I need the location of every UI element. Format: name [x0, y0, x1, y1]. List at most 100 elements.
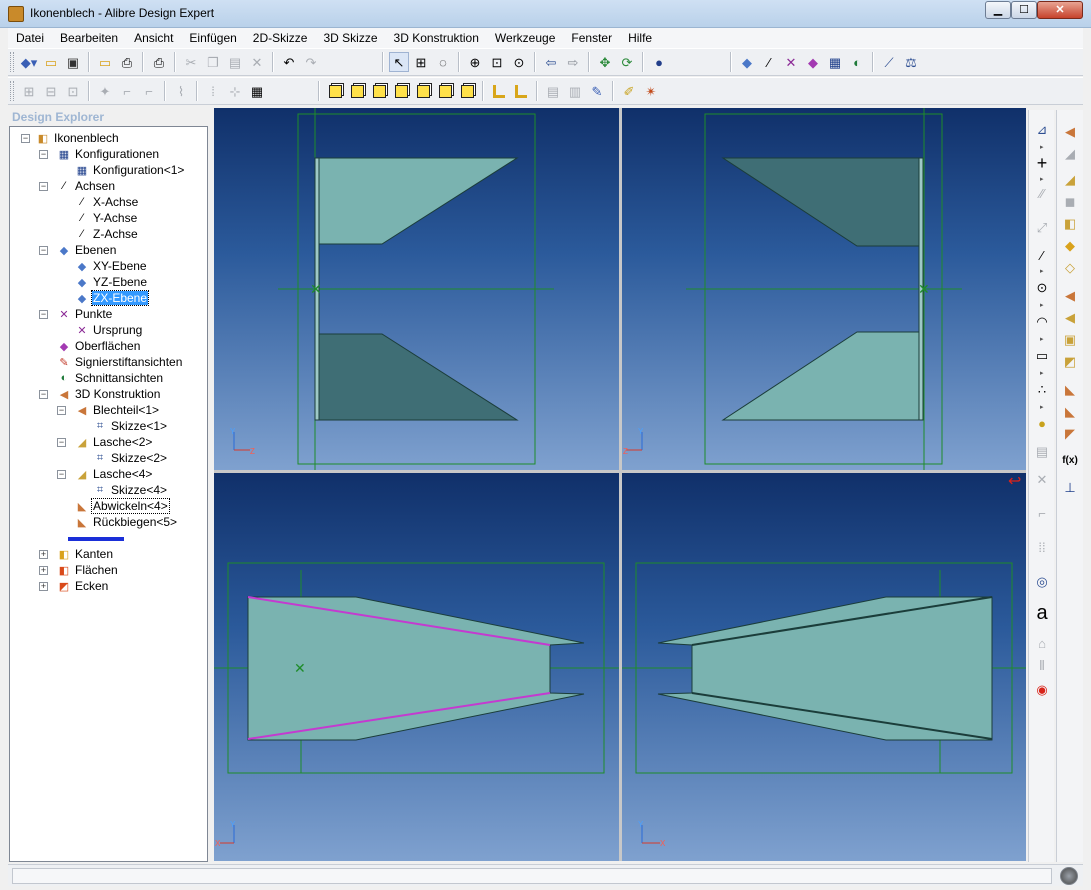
project-icon[interactable]: ⌂ — [1032, 634, 1052, 652]
new-icon[interactable]: ◆▾ — [19, 52, 39, 72]
dimension-icon[interactable]: ⊥ — [1060, 478, 1080, 496]
tree-node-konfiguration-1[interactable]: ▦ Konfiguration<1> — [74, 162, 185, 178]
minimize-button[interactable]: ▁ — [985, 1, 1011, 19]
sketch-edit-icon[interactable]: ⌐ — [139, 81, 159, 101]
hatch-alt-icon[interactable]: ▥ — [565, 81, 585, 101]
cut-icon[interactable]: ◆ — [1060, 236, 1080, 254]
bend-icon[interactable] — [511, 81, 531, 101]
expander[interactable]: − — [39, 150, 48, 159]
viewport-top[interactable]: ✕ Y X — [214, 473, 619, 861]
relief-icon[interactable]: ▣ — [1060, 330, 1080, 348]
unfold-icon[interactable]: ◣ — [1060, 380, 1080, 398]
sketch-icon[interactable]: ⌐ — [117, 81, 137, 101]
constraints-icon[interactable]: ⊞ — [19, 81, 39, 101]
expander[interactable]: − — [21, 134, 30, 143]
delete-icon[interactable]: ✕ — [1032, 470, 1052, 488]
tree-node-ecken[interactable]: ◩ Ecken — [56, 578, 109, 594]
viewport-splitter-horizontal[interactable] — [214, 470, 1026, 473]
tree-node-y-achse[interactable]: ⁄ Y-Achse — [74, 210, 138, 226]
tree-node-x-achse[interactable]: ⁄ X-Achse — [74, 194, 139, 210]
tree-node-yz-ebene[interactable]: ◆ YZ-Ebene — [74, 274, 148, 290]
hatch-icon[interactable]: ▤ — [543, 81, 563, 101]
tree-node-schnittansichten[interactable]: ◐ Schnittansichten — [56, 370, 164, 386]
line-icon[interactable]: ⁄ — [1032, 246, 1052, 264]
hide-icon[interactable]: ✦ — [95, 81, 115, 101]
section-icon[interactable]: ◐ — [847, 52, 867, 72]
menu-einfuegen[interactable]: Einfügen — [181, 31, 244, 45]
menu-fenster[interactable]: Fenster — [563, 31, 620, 45]
arc-icon[interactable]: ◠ — [1032, 312, 1052, 330]
viewport-splitter-vertical[interactable] — [619, 108, 622, 861]
menu-3d-skizze[interactable]: 3D Skizze — [315, 31, 385, 45]
view-bottom-icon[interactable] — [391, 81, 411, 101]
pattern-icon[interactable]: ⁞⁞ — [1032, 538, 1052, 556]
menu-werkzeuge[interactable]: Werkzeuge — [487, 31, 563, 45]
jog-icon[interactable]: ◀ — [1060, 308, 1080, 326]
render-icon[interactable]: ● — [649, 52, 669, 72]
paint-icon[interactable]: ◉ — [1032, 680, 1052, 698]
title-bar[interactable]: Ikonenblech - Alibre Design Expert ▁ ☐ ✕ — [0, 0, 1091, 28]
undo-arrow-icon[interactable]: ↩ — [1008, 474, 1024, 490]
tree-node-lasche-4[interactable]: ◢ Lasche<4> — [74, 466, 153, 482]
tree-node-ursprung[interactable]: ✕ Ursprung — [74, 322, 143, 338]
tree-node-rueckbiegen-5[interactable]: ◣ Rückbiegen<5> — [74, 514, 178, 530]
text-icon[interactable]: a — [1032, 603, 1052, 623]
cut-icon[interactable]: ✂ — [181, 52, 201, 72]
toolbar-grip[interactable] — [10, 81, 14, 101]
open-folder-icon[interactable]: ▭ — [95, 52, 115, 72]
grid-icon[interactable]: ⁞ — [203, 81, 223, 101]
print-setup-icon[interactable]: ⎙ — [117, 52, 137, 72]
redo-icon[interactable]: ↷ — [301, 52, 321, 72]
expander[interactable]: + — [39, 566, 48, 575]
table-icon[interactable]: ▦ — [825, 52, 845, 72]
fillet-icon[interactable]: ⌐ — [1032, 504, 1052, 522]
tree-node-blechteil-1[interactable]: ◀ Blechteil<1> — [74, 402, 160, 418]
bend-icon[interactable]: ◢ — [1060, 144, 1080, 162]
viewport-front[interactable]: ✕ Y Z — [214, 108, 619, 470]
trim-icon[interactable]: ▤ — [1032, 442, 1052, 460]
function-icon[interactable]: f(x) — [1060, 452, 1080, 470]
expander[interactable]: + — [39, 550, 48, 559]
copy-icon[interactable]: ❐ — [203, 52, 223, 72]
curve-icon[interactable]: ⌇ — [171, 81, 191, 101]
ellipse-icon[interactable]: ∴ — [1032, 380, 1052, 398]
view-back-icon[interactable] — [347, 81, 367, 101]
expander[interactable]: − — [39, 390, 48, 399]
expander[interactable]: + — [39, 582, 48, 591]
refold-icon[interactable]: ◣ — [1060, 402, 1080, 420]
expander[interactable]: − — [39, 182, 48, 191]
axis-icon[interactable]: ⁄ — [759, 52, 779, 72]
flange-icon[interactable] — [489, 81, 509, 101]
dimension-icon[interactable]: ⤢ — [1032, 218, 1052, 236]
sketch-activate-icon[interactable]: ⊿ — [1032, 120, 1052, 138]
select-icon[interactable]: ↖ — [389, 52, 409, 72]
view-front-icon[interactable] — [325, 81, 345, 101]
circle-pattern-icon[interactable]: ◎ — [1032, 572, 1052, 590]
open-icon[interactable]: ▭ — [41, 52, 61, 72]
expander[interactable]: − — [39, 246, 48, 255]
view-left-icon[interactable] — [413, 81, 433, 101]
flange-icon[interactable]: ◢ — [1060, 170, 1080, 188]
zoom-fit-icon[interactable]: ⊙ — [509, 52, 529, 72]
view-iso-icon[interactable] — [457, 81, 477, 101]
expander[interactable]: − — [57, 470, 66, 479]
save-icon[interactable]: ▣ — [63, 52, 83, 72]
viewport-back[interactable]: ✕ Y Z — [622, 108, 1026, 470]
tree-node-signierstiftansichten[interactable]: ✎ Signierstiftansichten — [56, 354, 183, 370]
select-box-icon[interactable]: ⊞ — [411, 52, 431, 72]
undo-icon[interactable]: ↶ — [279, 52, 299, 72]
miter-icon[interactable]: ◤ — [1060, 424, 1080, 442]
sparkle-icon[interactable]: ✴ — [641, 81, 661, 101]
tree-node-skizze-1[interactable]: ⌗ Skizze<1> — [92, 418, 168, 434]
rollback-marker[interactable] — [68, 537, 124, 541]
tree-node-z-achse[interactable]: ⁄ Z-Achse — [74, 226, 139, 242]
sheetmetal-icon[interactable]: ◀ — [1060, 122, 1080, 140]
tree-node-oberflaechen[interactable]: ◆ Oberflächen — [56, 338, 141, 354]
zoom-window-icon[interactable]: ⊡ — [487, 52, 507, 72]
menu-3d-konstruktion[interactable]: 3D Konstruktion — [386, 31, 487, 45]
menu-ansicht[interactable]: Ansicht — [126, 31, 181, 45]
previous-view-icon[interactable]: ⇦ — [541, 52, 561, 72]
tree-node-3d-konstruktion[interactable]: ◀ 3D Konstruktion — [56, 386, 161, 402]
pan-icon[interactable]: ✥ — [595, 52, 615, 72]
tree-node-zx-ebene[interactable]: ◆ ZX-Ebene — [74, 290, 150, 306]
